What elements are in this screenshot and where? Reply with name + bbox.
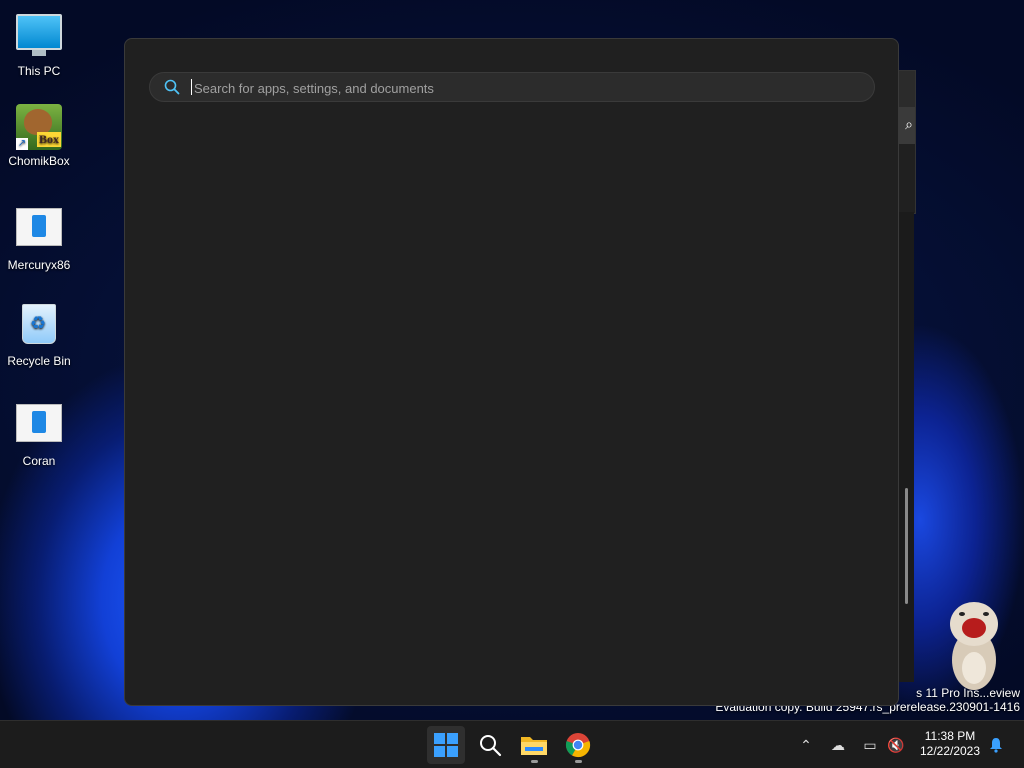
search-icon bbox=[164, 79, 180, 95]
scrollbar[interactable] bbox=[905, 488, 908, 604]
desktop-icon-label: Coran bbox=[22, 454, 56, 468]
taskbar-chrome-button[interactable] bbox=[559, 726, 597, 764]
chomikbox-badge: Box bbox=[36, 132, 61, 147]
shortcut-arrow-icon: ↗ bbox=[16, 138, 28, 150]
taskbar-search-button[interactable] bbox=[471, 726, 509, 764]
search-icon bbox=[480, 735, 502, 757]
network-icon[interactable]: ▭ bbox=[860, 735, 880, 755]
search-icon[interactable]: ⌕ bbox=[905, 116, 913, 133]
document-icon bbox=[16, 404, 62, 450]
chrome-icon bbox=[565, 733, 591, 758]
taskbar-file-explorer-button[interactable] bbox=[515, 726, 553, 764]
chevron-up-icon[interactable]: ⌃ bbox=[796, 735, 816, 755]
desktop-icon-label: ChomikBox bbox=[8, 154, 70, 168]
search-flyout bbox=[124, 38, 899, 706]
desktop-icon-label: Recycle Bin bbox=[7, 354, 71, 368]
clock-time: 11:38 PM bbox=[924, 729, 976, 743]
start-button[interactable] bbox=[427, 726, 465, 764]
document-icon bbox=[16, 208, 62, 254]
clock[interactable]: 11:38 PM 12/22/2023 bbox=[914, 729, 986, 759]
search-input[interactable] bbox=[192, 77, 856, 99]
background-window-edge bbox=[898, 212, 914, 682]
recycle-bin-icon bbox=[16, 304, 62, 350]
volume-muted-icon[interactable]: 🔇 bbox=[886, 735, 906, 755]
desktop-icon-this-pc[interactable]: This PC bbox=[0, 10, 78, 78]
desktop-icon-mercuryx86[interactable]: Mercuryx86 bbox=[0, 204, 78, 272]
text-caret bbox=[191, 79, 192, 95]
desktop-icon-recycle-bin[interactable]: Recycle Bin bbox=[0, 300, 78, 368]
this-pc-icon bbox=[16, 14, 62, 60]
bell-icon[interactable] bbox=[988, 737, 1004, 753]
running-indicator bbox=[531, 760, 538, 763]
hamster-sticker-image bbox=[950, 602, 998, 690]
desktop-icon-label: Mercuryx86 bbox=[7, 258, 71, 272]
chomikbox-icon: Box ↗ bbox=[16, 104, 62, 150]
clock-date: 12/22/2023 bbox=[919, 744, 981, 758]
desktop-icon-coran[interactable]: Coran bbox=[0, 400, 78, 468]
taskbar: ⌃ ☁ ▭ 🔇 11:38 PM 12/22/2023 bbox=[0, 720, 1024, 768]
desktop-icon-chomikbox[interactable]: Box ↗ ChomikBox bbox=[0, 104, 78, 168]
search-box[interactable] bbox=[149, 72, 875, 102]
running-indicator bbox=[575, 760, 582, 763]
desktop-icon-label: This PC bbox=[17, 64, 61, 78]
windows-logo-icon bbox=[434, 733, 458, 757]
onedrive-icon[interactable]: ☁ bbox=[828, 735, 848, 755]
folder-icon bbox=[521, 737, 547, 755]
